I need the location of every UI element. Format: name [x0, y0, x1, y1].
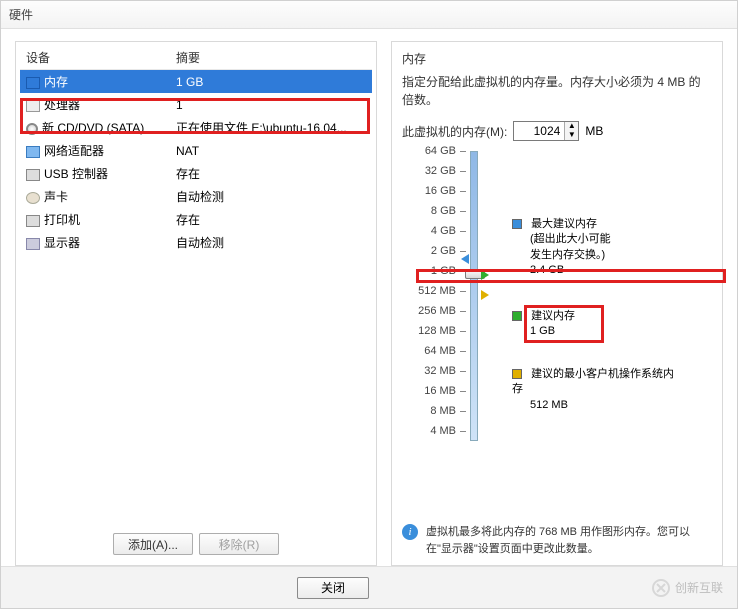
slider-tick: 1 GB: [431, 265, 466, 277]
legend-max-note1: (超出此大小可能: [530, 233, 611, 245]
col-summary: 摘要: [170, 46, 372, 70]
memory-spinner[interactable]: ▲ ▼: [513, 121, 579, 141]
memory-legend: 最大建议内存 (超出此大小可能 发生内存交换。) 2.4 GB 建议内存 1 G…: [512, 151, 682, 441]
watermark-icon: [651, 578, 671, 598]
usb-icon: [26, 169, 40, 181]
device-summary: 存在: [170, 162, 372, 185]
device-summary: NAT: [170, 139, 372, 162]
slider-tick: 64 GB: [425, 145, 466, 157]
device-buttons: 添加(A)... 移除(R): [16, 533, 376, 561]
device-name: 新 CD/DVD (SATA): [42, 121, 144, 135]
window-title: 硬件: [9, 6, 33, 23]
hardware-dialog: 硬件 设备 摘要 内存 1 GB 处理器 1 新 CD/DVD (SATA) 正在使用文件…: [0, 0, 738, 609]
legend-rec-title: 建议内存: [531, 310, 575, 322]
memory-description: 指定分配给此虚拟机的内存量。内存大小必须为 4 MB 的倍数。: [402, 73, 712, 109]
col-device: 设备: [20, 46, 170, 70]
device-name: 打印机: [44, 213, 80, 227]
rec-marker-icon: [481, 270, 489, 280]
memory-icon: [26, 77, 40, 89]
device-name: USB 控制器: [44, 167, 108, 181]
legend-min-title: 建议的最小客户机操作系统内存: [512, 368, 674, 395]
slider-tick: 32 GB: [425, 165, 466, 177]
printer-icon: [26, 215, 40, 227]
slider-tick: 64 MB: [424, 345, 466, 357]
network-icon: [26, 146, 40, 158]
device-name: 显示器: [44, 236, 80, 250]
device-name: 处理器: [44, 98, 80, 112]
legend-rec-swatch: [512, 311, 522, 321]
memory-label: 此虚拟机的内存(M):: [402, 123, 507, 140]
device-summary: 正在使用文件 E:\ubuntu-16.04...: [170, 116, 372, 139]
device-row[interactable]: 网络适配器 NAT: [20, 139, 372, 162]
device-summary: 存在: [170, 208, 372, 231]
memory-input-row: 此虚拟机的内存(M): ▲ ▼ MB: [402, 121, 712, 141]
watermark-text: 创新互联: [675, 579, 723, 596]
device-name: 声卡: [44, 190, 68, 204]
watermark: 创新互联: [651, 578, 723, 598]
device-name: 网络适配器: [44, 144, 104, 158]
device-row[interactable]: 内存 1 GB: [20, 70, 372, 94]
slider-tick: 4 GB: [431, 225, 466, 237]
slider-tick: 8 GB: [431, 205, 466, 217]
slider-tick: 16 MB: [424, 385, 466, 397]
device-summary: 自动检测: [170, 185, 372, 208]
legend-min-val: 512 MB: [530, 399, 568, 411]
legend-max-title: 最大建议内存: [531, 218, 597, 230]
device-row[interactable]: 新 CD/DVD (SATA) 正在使用文件 E:\ubuntu-16.04...: [20, 116, 372, 139]
memory-settings-panel: 内存 指定分配给此虚拟机的内存量。内存大小必须为 4 MB 的倍数。 此虚拟机的…: [391, 41, 723, 566]
memory-unit: MB: [585, 124, 603, 138]
slider-ticks: 64 GB32 GB16 GB8 GB4 GB2 GB1 GB512 MB256…: [416, 151, 466, 441]
legend-max-note2: 发生内存交换。): [530, 249, 605, 261]
device-row[interactable]: 打印机 存在: [20, 208, 372, 231]
device-list-panel: 设备 摘要 内存 1 GB 处理器 1 新 CD/DVD (SATA) 正在使用文件 E:…: [15, 41, 377, 566]
device-summary: 自动检测: [170, 231, 372, 254]
device-name: 内存: [44, 75, 68, 89]
memory-input[interactable]: [514, 122, 564, 140]
device-summary: 1: [170, 93, 372, 116]
legend-max-swatch: [512, 219, 522, 229]
device-table: 设备 摘要 内存 1 GB 处理器 1 新 CD/DVD (SATA) 正在使用文件 E:…: [20, 46, 372, 254]
sound-icon: [26, 192, 40, 204]
slider-tick: 32 MB: [424, 365, 466, 377]
add-hardware-button[interactable]: 添加(A)...: [113, 533, 193, 555]
memory-slider-area: 64 GB32 GB16 GB8 GB4 GB2 GB1 GB512 MB256…: [416, 151, 712, 441]
max-marker-icon: [461, 254, 469, 264]
slider-tick: 8 MB: [430, 405, 466, 417]
slider-tick: 16 GB: [425, 185, 466, 197]
memory-slider-track[interactable]: [470, 151, 478, 441]
spinner-down-icon[interactable]: ▼: [564, 131, 578, 140]
slider-tick: 512 MB: [418, 285, 466, 297]
memory-section-title: 内存: [402, 50, 712, 67]
device-row[interactable]: 处理器 1: [20, 93, 372, 116]
cd-icon: [26, 123, 38, 135]
slider-tick: 256 MB: [418, 305, 466, 317]
device-row[interactable]: USB 控制器 存在: [20, 162, 372, 185]
cpu-icon: [26, 100, 40, 112]
dialog-bottom-bar: 关闭 创新互联: [1, 566, 737, 608]
min-marker-icon: [481, 290, 489, 300]
device-row[interactable]: 声卡 自动检测: [20, 185, 372, 208]
dialog-body: 设备 摘要 内存 1 GB 处理器 1 新 CD/DVD (SATA) 正在使用文件 E:…: [1, 29, 737, 566]
slider-tick: 4 MB: [430, 425, 466, 437]
display-icon: [26, 238, 40, 250]
legend-rec-val: 1 GB: [530, 325, 555, 337]
close-button[interactable]: 关闭: [297, 577, 369, 599]
slider-tick: 128 MB: [418, 325, 466, 337]
legend-max-val: 2.4 GB: [530, 264, 564, 276]
titlebar: 硬件: [1, 1, 737, 29]
remove-hardware-button[interactable]: 移除(R): [199, 533, 279, 555]
legend-min-swatch: [512, 369, 522, 379]
device-row[interactable]: 显示器 自动检测: [20, 231, 372, 254]
info-text: 虚拟机最多将此内存的 768 MB 用作图形内存。您可以在"显示器"设置页面中更…: [426, 524, 712, 557]
info-footer: i 虚拟机最多将此内存的 768 MB 用作图形内存。您可以在"显示器"设置页面…: [402, 524, 712, 557]
info-icon: i: [402, 524, 418, 540]
device-summary: 1 GB: [170, 70, 372, 94]
